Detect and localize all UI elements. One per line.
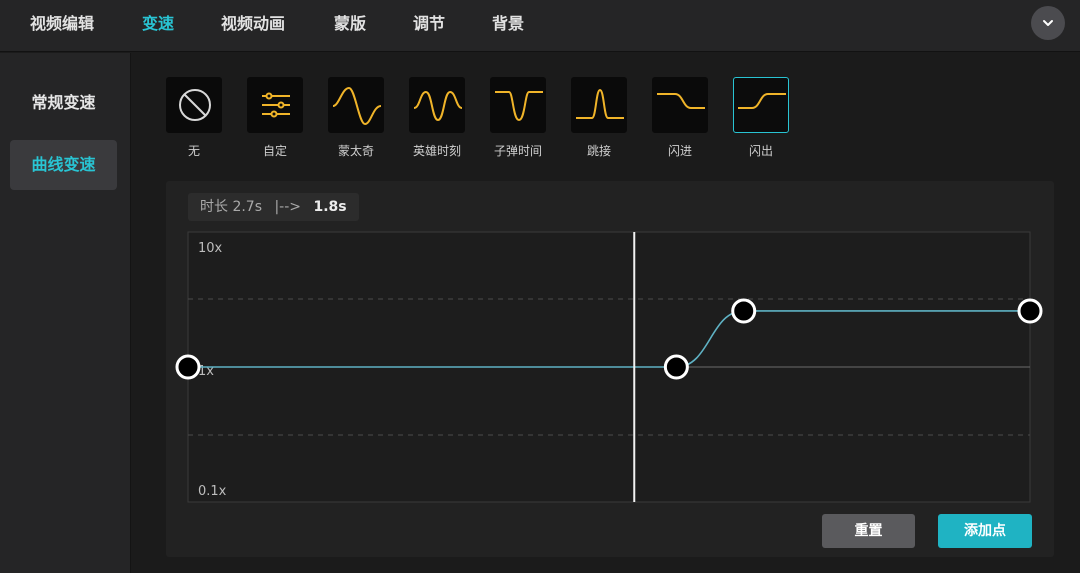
chevron-down-icon xyxy=(1043,20,1053,26)
curve-control-point-2[interactable] xyxy=(663,354,689,380)
flash-out-curve-icon xyxy=(738,93,786,109)
tab-mask[interactable]: 蒙版 xyxy=(334,0,366,50)
preset-thumb xyxy=(328,77,384,133)
collapse-button[interactable] xyxy=(1031,6,1065,40)
duration-display: 时长 2.7s |--> 1.8s xyxy=(188,193,359,221)
tab-speed[interactable]: 变速 xyxy=(142,0,174,50)
speed-editor-app: 视频编辑 变速 视频动画 蒙版 调节 背景 常规变速 曲线变速 无 自定 蒙太奇… xyxy=(0,0,1080,573)
preset-montage[interactable]: 蒙太奇 xyxy=(328,77,386,158)
curve-control-point-3[interactable] xyxy=(731,298,757,324)
preset-bullet-time[interactable]: 子弹时间 xyxy=(490,77,548,158)
reset-button[interactable]: 重置 xyxy=(822,514,915,548)
preset-label: 自定 xyxy=(262,144,287,158)
curve-control-point-4[interactable] xyxy=(1017,298,1043,324)
tab-video-animation[interactable]: 视频动画 xyxy=(221,0,285,50)
tab-adjust[interactable]: 调节 xyxy=(413,0,445,50)
preset-label: 闪出 xyxy=(748,144,773,158)
preset-thumb xyxy=(733,77,789,133)
none-icon xyxy=(179,89,211,121)
y-label-bottom: 0.1x xyxy=(198,484,227,499)
preset-label: 闪进 xyxy=(667,144,692,158)
curve-speed-panel: 无 自定 蒙太奇 英雄时刻 子弹时间 跳接 闪进 闪出 10x 1x 0.1x … xyxy=(132,53,1080,573)
preset-label: 英雄时刻 xyxy=(412,144,461,158)
sliders-icon xyxy=(262,92,290,118)
preset-thumb xyxy=(409,77,465,133)
top-tab-bar: 视频编辑 变速 视频动画 蒙版 调节 背景 xyxy=(0,0,1080,52)
speed-curve-graph[interactable]: 10x 1x 0.1x xyxy=(166,181,1054,557)
preset-flash-in[interactable]: 闪进 xyxy=(652,77,710,158)
hero-moment-curve-icon xyxy=(413,90,463,122)
flash-in-curve-icon xyxy=(657,93,705,109)
duration-new: 1.8s xyxy=(313,199,347,215)
sidebar-item-curve-speed[interactable]: 曲线变速 xyxy=(10,140,117,190)
preset-none[interactable]: 无 xyxy=(166,77,224,158)
duration-prefix: 时长 xyxy=(200,199,228,215)
add-point-button[interactable]: 添加点 xyxy=(938,514,1032,548)
preset-thumb xyxy=(490,77,546,133)
preset-flash-out[interactable]: 闪出 xyxy=(733,77,791,158)
preset-thumb xyxy=(652,77,708,133)
preset-thumb xyxy=(166,77,222,133)
preset-custom[interactable]: 自定 xyxy=(247,77,305,158)
duration-arrow: |--> xyxy=(274,199,302,215)
tab-video-edit[interactable]: 视频编辑 xyxy=(30,0,94,50)
speed-mode-sidebar: 常规变速 曲线变速 xyxy=(0,53,131,573)
curve-editor: 10x 1x 0.1x 时长 2.7s |--> 1.8s 重置 添加点 xyxy=(166,181,1054,557)
preset-hero-moment[interactable]: 英雄时刻 xyxy=(409,77,467,158)
preset-thumb xyxy=(571,77,627,133)
bullet-time-curve-icon xyxy=(495,91,543,122)
preset-label: 蒙太奇 xyxy=(337,144,374,158)
sidebar-item-regular-speed[interactable]: 常规变速 xyxy=(10,78,117,128)
jump-cut-curve-icon xyxy=(576,88,624,119)
preset-thumb xyxy=(247,77,303,133)
tab-background[interactable]: 背景 xyxy=(492,0,524,50)
montage-curve-icon xyxy=(332,86,382,126)
preset-jump-cut[interactable]: 跳接 xyxy=(571,77,629,158)
preset-label: 子弹时间 xyxy=(493,144,542,158)
curve-control-point-1[interactable] xyxy=(175,354,201,380)
preset-label: 跳接 xyxy=(586,144,611,158)
y-label-top: 10x xyxy=(198,241,223,256)
duration-original: 2.7s xyxy=(232,199,263,215)
preset-label: 无 xyxy=(187,144,200,158)
